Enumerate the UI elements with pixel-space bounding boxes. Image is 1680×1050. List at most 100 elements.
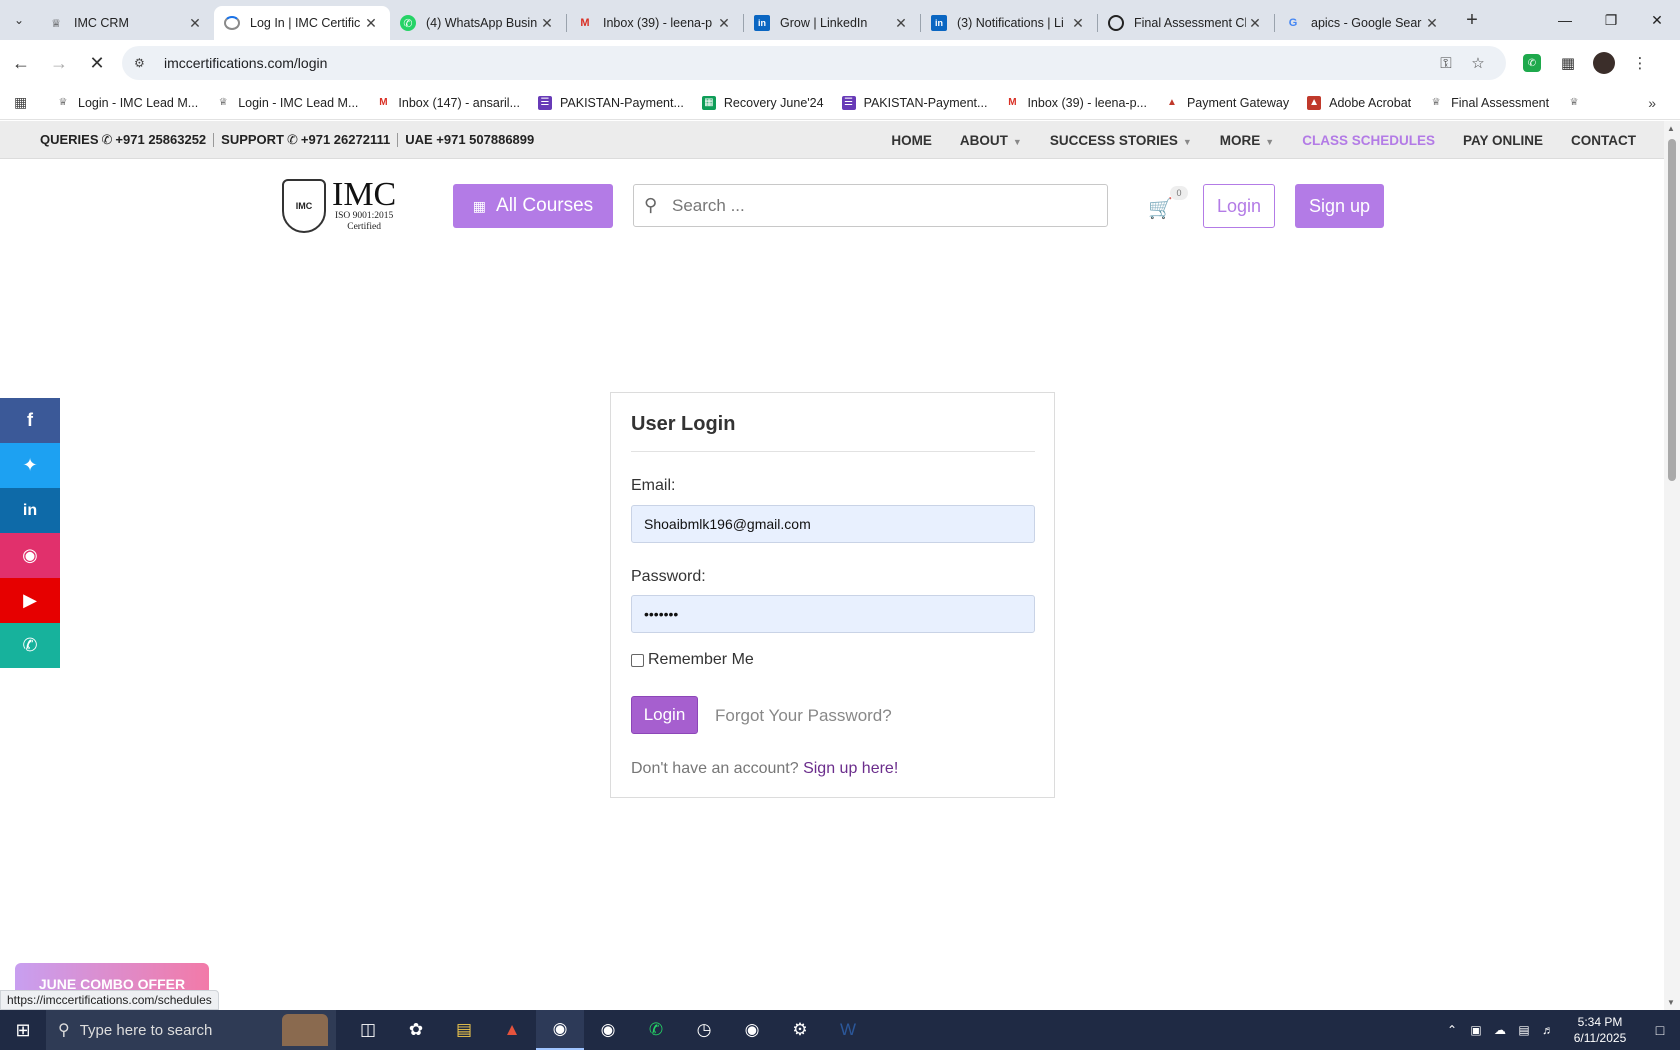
bookmark-star-icon[interactable]: ☆: [1462, 54, 1494, 72]
whatsapp-icon[interactable]: ✆: [632, 1010, 680, 1050]
task-view-icon[interactable]: ◫: [344, 1010, 392, 1050]
tab-imc-crm[interactable]: ♕ IMC CRM ✕: [38, 6, 214, 40]
login-submit-button[interactable]: Login: [631, 696, 698, 734]
clock-app-icon[interactable]: ◷: [680, 1010, 728, 1050]
search-input[interactable]: [672, 195, 1092, 216]
tab-linkedin-grow[interactable]: in Grow | LinkedIn ✕: [744, 6, 920, 40]
bookmark-item[interactable]: ☰ PAKISTAN-Payment...: [538, 95, 684, 110]
remember-me-checkbox[interactable]: [631, 653, 644, 667]
remember-me[interactable]: Remember Me: [631, 651, 754, 669]
whatsapp-icon[interactable]: ✆: [0, 623, 60, 668]
address-bar[interactable]: ⚙ imccertifications.com/login ⚿ ☆: [122, 46, 1506, 80]
file-explorer-icon[interactable]: ▤: [440, 1010, 488, 1050]
close-icon[interactable]: ✕: [715, 15, 733, 32]
youtube-icon[interactable]: ▶: [0, 578, 60, 623]
tab-google-search[interactable]: G apics - Google Sear ✕: [1275, 6, 1451, 40]
windows-start-icon[interactable]: ⊞: [0, 1010, 46, 1050]
bookmark-item[interactable]: M Inbox (39) - leena-p...: [1005, 96, 1147, 110]
bookmark-item[interactable]: ♕ Final Assessment: [1429, 96, 1549, 110]
nav-class-schedules[interactable]: CLASS SCHEDULES: [1302, 133, 1435, 148]
linkedin-icon[interactable]: in: [0, 488, 60, 533]
scrollbar-thumb[interactable]: [1668, 139, 1676, 481]
volume-muted-icon[interactable]: ♬: [1536, 1023, 1560, 1037]
nav-contact[interactable]: CONTACT: [1571, 133, 1636, 148]
network-icon[interactable]: ▤: [1512, 1023, 1536, 1037]
tray-app-icon[interactable]: ▣: [1464, 1023, 1488, 1037]
minimize-icon[interactable]: —: [1542, 0, 1588, 40]
close-icon[interactable]: ✕: [1423, 15, 1441, 32]
nav-success-stories[interactable]: SUCCESS STORIES ▼: [1050, 133, 1192, 148]
taskbar-clock[interactable]: 5:34 PM 6/11/2025: [1560, 1014, 1640, 1046]
close-icon[interactable]: ✕: [892, 15, 910, 32]
taskbar-search[interactable]: ⚲ Type here to search: [46, 1010, 336, 1050]
whatsapp-extension-icon[interactable]: ✆: [1523, 54, 1541, 72]
tray-cloud-icon[interactable]: ☁: [1488, 1023, 1512, 1037]
url-text[interactable]: imccertifications.com/login: [164, 55, 1430, 71]
bookmark-item[interactable]: ☰ PAKISTAN-Payment...: [841, 95, 987, 110]
site-info-icon[interactable]: ⚙: [134, 56, 154, 70]
app-pinned-icon[interactable]: ▲: [488, 1010, 536, 1050]
page-scrollbar[interactable]: ▲ ▼: [1664, 121, 1680, 1010]
all-courses-button[interactable]: ▦ All Courses: [453, 184, 613, 228]
copilot-icon[interactable]: ✿: [392, 1010, 440, 1050]
acrobat-icon: ▲: [1167, 97, 1177, 108]
new-tab-button[interactable]: +: [1457, 9, 1487, 32]
settings-gear-icon[interactable]: ⚙: [776, 1010, 824, 1050]
tray-chevron-up-icon[interactable]: ⌃: [1440, 1023, 1464, 1037]
notifications-icon[interactable]: □: [1640, 1022, 1680, 1038]
close-icon[interactable]: ✕: [538, 15, 556, 32]
nav-pay-online[interactable]: PAY ONLINE: [1463, 133, 1543, 148]
tab-gmail-inbox[interactable]: M Inbox (39) - leena-p ✕: [567, 6, 743, 40]
window-close-icon[interactable]: ✕: [1634, 0, 1680, 40]
instagram-icon[interactable]: ◉: [0, 533, 60, 578]
stop-loading-icon[interactable]: ✕: [80, 46, 114, 80]
site-search-box[interactable]: ⚲: [633, 184, 1108, 227]
header-login-button[interactable]: Login: [1203, 184, 1275, 228]
signup-prompt: Don't have an account? Sign up here!: [631, 760, 899, 777]
forward-arrow-icon[interactable]: →: [42, 46, 76, 80]
tab-final-assessment[interactable]: Final Assessment Cl ✕: [1098, 6, 1274, 40]
combo-offer-banner[interactable]: JUNE COMBO OFFER: [15, 963, 209, 993]
tab-linkedin-notifications[interactable]: in (3) Notifications | Li ✕: [921, 6, 1097, 40]
tab-login-imc[interactable]: Log In | IMC Certific ✕: [214, 6, 390, 40]
password-key-icon[interactable]: ⚿: [1430, 55, 1462, 72]
nav-home[interactable]: HOME: [891, 133, 932, 148]
chrome-icon[interactable]: ◉: [536, 1010, 584, 1050]
password-field[interactable]: [631, 595, 1035, 633]
forgot-password-link[interactable]: Forgot Your Password?: [715, 706, 892, 726]
tab-search-chevron-icon[interactable]: ⌄: [0, 0, 38, 40]
restore-icon[interactable]: ❐: [1588, 0, 1634, 40]
bookmark-item[interactable]: ▲ Payment Gateway: [1165, 96, 1289, 110]
bookmark-item[interactable]: ♕: [1567, 96, 1589, 110]
browser-menu-icon[interactable]: ⋮: [1622, 46, 1658, 80]
signup-here-link[interactable]: Sign up here!: [803, 760, 898, 777]
more-bookmarks-chevron-icon[interactable]: »: [1648, 95, 1656, 111]
close-icon[interactable]: ✕: [362, 15, 380, 32]
chrome-profile-icon[interactable]: ◉: [584, 1010, 632, 1050]
close-icon[interactable]: ✕: [1246, 15, 1264, 32]
bookmark-item[interactable]: ♕ Login - IMC Lead M...: [216, 96, 359, 110]
twitter-icon[interactable]: ✦: [0, 443, 60, 488]
site-logo[interactable]: IMC IMC ISO 9001:2015 Certified: [282, 176, 414, 236]
nav-more[interactable]: MORE ▼: [1220, 133, 1274, 148]
scroll-down-icon[interactable]: ▼: [1667, 998, 1675, 1007]
tab-whatsapp[interactable]: ✆ (4) WhatsApp Busin ✕: [390, 6, 566, 40]
close-icon[interactable]: ✕: [186, 15, 204, 32]
back-arrow-icon[interactable]: ←: [4, 46, 38, 80]
bookmark-item[interactable]: M Inbox (147) - ansaril...: [376, 96, 520, 110]
bookmark-item[interactable]: ♕ Login - IMC Lead M...: [56, 96, 199, 110]
chrome-icon[interactable]: ◉: [728, 1010, 776, 1050]
word-icon[interactable]: W: [824, 1010, 872, 1050]
email-field[interactable]: [631, 505, 1035, 543]
header-signup-button[interactable]: Sign up: [1295, 184, 1384, 228]
extensions-puzzle-icon[interactable]: ▦: [1550, 46, 1586, 80]
profile-avatar[interactable]: [1593, 52, 1615, 74]
apps-grid-icon[interactable]: ▦: [14, 94, 36, 111]
bookmark-item[interactable]: ▲ Adobe Acrobat: [1307, 95, 1411, 110]
cart-icon[interactable]: 🛒 0: [1148, 186, 1188, 221]
close-icon[interactable]: ✕: [1069, 15, 1087, 32]
facebook-icon[interactable]: f: [0, 398, 60, 443]
scroll-up-icon[interactable]: ▲: [1667, 124, 1675, 133]
nav-about[interactable]: ABOUT ▼: [960, 133, 1022, 148]
bookmark-item[interactable]: ▦ Recovery June'24: [701, 95, 824, 110]
